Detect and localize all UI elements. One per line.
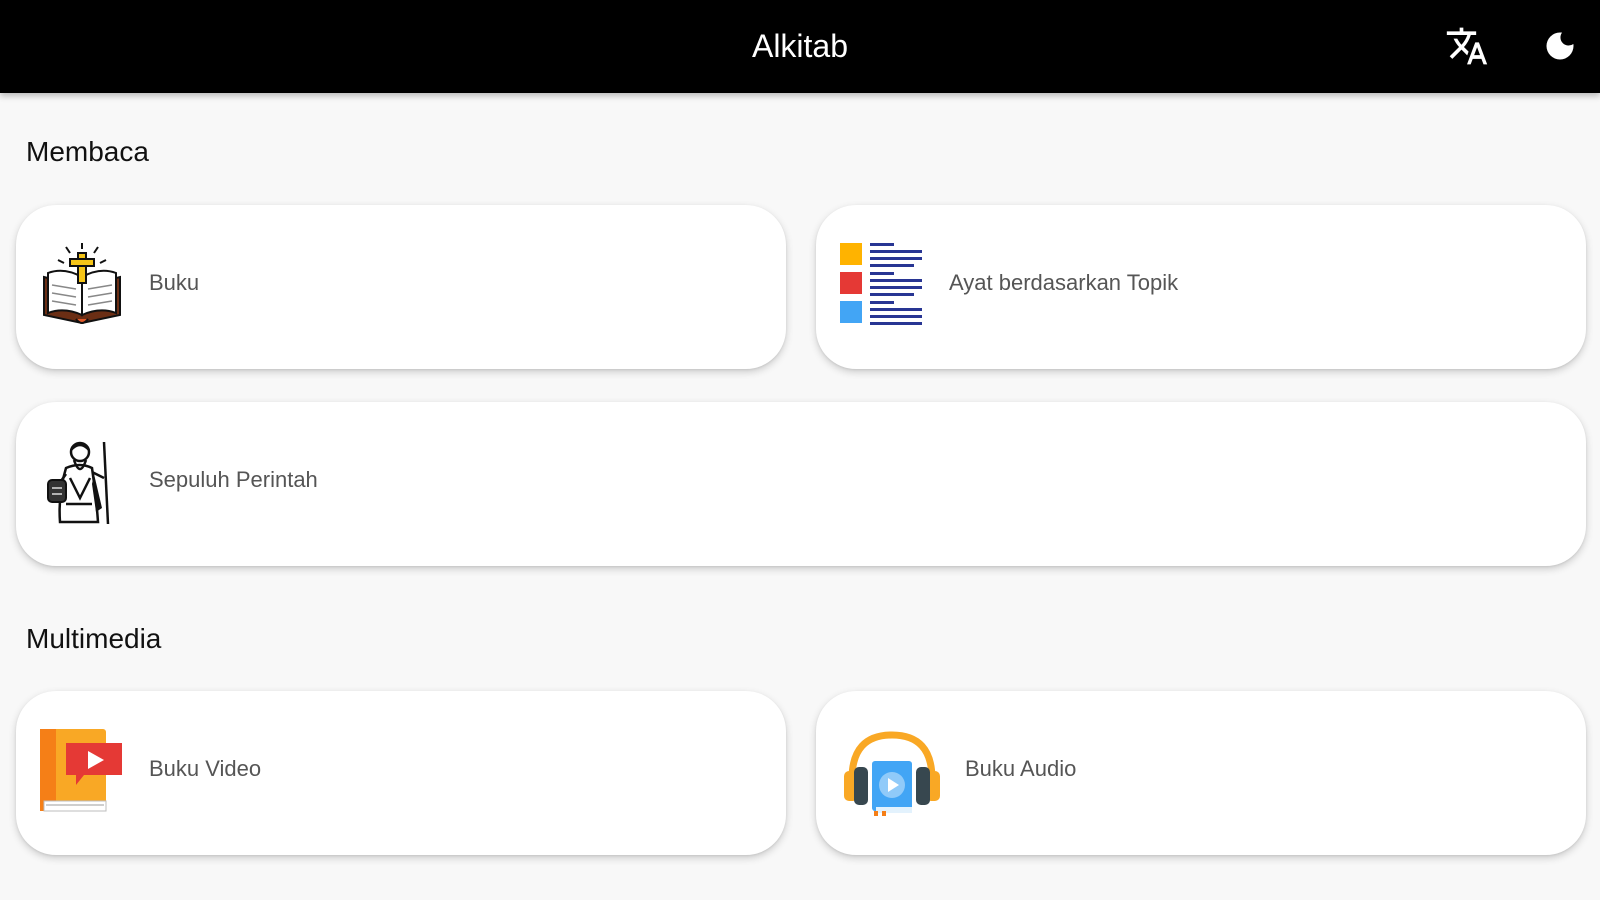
card-label: Buku (149, 270, 200, 295)
card-buku-audio[interactable]: Buku Audio (816, 691, 1586, 855)
app-bar: Alkitab (0, 0, 1600, 93)
app-title: Alkitab (751, 28, 849, 64)
moses-icon (47, 441, 110, 525)
card-label: Buku Audio (965, 756, 1077, 781)
audio-book-icon (844, 731, 940, 816)
bible-book-icon (43, 243, 121, 325)
video-book-icon (40, 729, 122, 812)
card-buku-video[interactable]: Buku Video (16, 691, 786, 855)
translate-icon (1446, 27, 1488, 65)
translate-button[interactable] (1443, 22, 1491, 70)
section-title-membaca: Membaca (26, 136, 149, 167)
theme-toggle-button[interactable] (1536, 22, 1584, 70)
card-buku[interactable]: Buku (16, 205, 786, 369)
topic-list-icon (840, 243, 922, 325)
section-title-multimedia: Multimedia (26, 623, 162, 654)
card-ayat-berdasarkan-topik[interactable]: Ayat berdasarkan Topik (816, 205, 1586, 369)
card-sepuluh-perintah[interactable]: Sepuluh Perintah (16, 402, 1586, 566)
moon-icon (1546, 32, 1574, 60)
card-label: Ayat berdasarkan Topik (949, 270, 1179, 295)
card-label: Sepuluh Perintah (149, 467, 318, 492)
card-label: Buku Video (149, 756, 262, 781)
